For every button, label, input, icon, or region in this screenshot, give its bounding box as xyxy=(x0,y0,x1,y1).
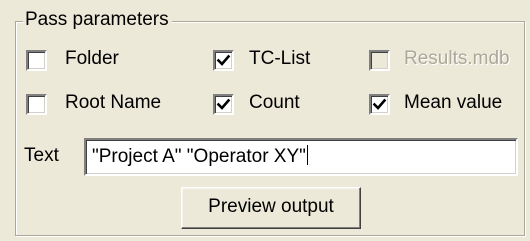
text-caret xyxy=(306,145,308,165)
results-mdb-checkbox xyxy=(369,50,390,71)
tc-list-checkbox-label[interactable]: TC-List xyxy=(249,48,310,70)
count-checkbox[interactable] xyxy=(213,94,234,115)
mean-value-checkbox-label[interactable]: Mean value xyxy=(404,92,502,114)
results-mdb-checkbox-label: Results.mdb xyxy=(404,48,510,69)
preview-output-button[interactable]: Preview output xyxy=(181,187,361,229)
checkmark-icon xyxy=(216,54,231,66)
mean-value-checkbox[interactable] xyxy=(369,94,390,115)
text-input-value: "Project A" "Operator XY" xyxy=(92,146,306,167)
root-name-checkbox-label[interactable]: Root Name xyxy=(65,92,161,114)
checkmark-icon xyxy=(372,98,387,110)
groupbox-caption: Pass parameters xyxy=(23,9,172,31)
text-field-label: Text xyxy=(24,145,59,166)
tc-list-checkbox[interactable] xyxy=(213,50,234,71)
text-input[interactable]: "Project A" "Operator XY" xyxy=(84,138,518,176)
root-name-checkbox[interactable] xyxy=(26,94,47,115)
count-checkbox-label[interactable]: Count xyxy=(249,92,300,114)
checkmark-icon xyxy=(216,98,231,110)
folder-checkbox[interactable] xyxy=(26,50,47,71)
folder-checkbox-label[interactable]: Folder xyxy=(65,48,119,70)
